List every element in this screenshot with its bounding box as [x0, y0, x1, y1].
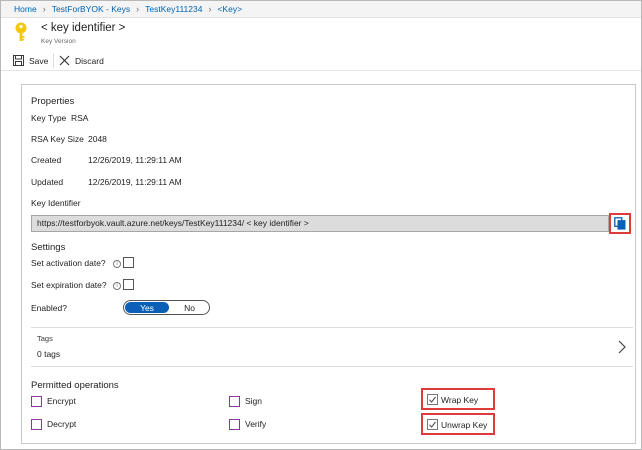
discard-button[interactable]: Discard	[59, 50, 104, 71]
wrap-key-checkbox[interactable]	[427, 394, 438, 405]
updated-value: 12/26/2019, 11:29:11 AM	[88, 177, 182, 187]
key-size-value: 2048	[88, 134, 107, 144]
created-value: 12/26/2019, 11:29:11 AM	[88, 155, 182, 165]
chevron-right-icon	[618, 340, 626, 354]
settings-heading: Settings	[31, 242, 66, 253]
key-icon	[15, 22, 27, 41]
activation-date-checkbox[interactable]	[123, 257, 134, 268]
copy-to-clipboard-button[interactable]	[609, 213, 631, 234]
tags-row[interactable]: Tags 0 tags	[31, 327, 633, 367]
wrap-key-label: Wrap Key	[441, 395, 479, 405]
enabled-no-option[interactable]: No	[170, 301, 209, 314]
save-button[interactable]: Save	[13, 50, 48, 71]
created-label: Created	[31, 155, 62, 165]
close-icon	[59, 55, 70, 66]
chevron-right-icon: ›	[136, 4, 140, 14]
page-subtitle: Key Version	[41, 38, 76, 45]
page-title: < key identifier >	[41, 22, 126, 34]
unwrap-key-label: Unwrap Key	[441, 420, 488, 430]
tags-count: 0 tags	[37, 349, 61, 359]
enabled-toggle[interactable]: Yes No	[123, 300, 210, 315]
tags-title: Tags	[37, 334, 53, 343]
key-size-label: RSA Key Size	[31, 134, 84, 144]
copy-icon	[614, 217, 626, 230]
key-identifier-label: Key Identifier	[31, 198, 81, 208]
toolbar: Save Discard	[1, 50, 641, 71]
breadcrumb-key-name[interactable]: TestKey111234	[145, 4, 202, 14]
key-identifier-field[interactable]: https://testforbyok.vault.azure.net/keys…	[31, 215, 609, 232]
encrypt-label: Encrypt	[47, 396, 76, 406]
breadcrumb-key[interactable]: <Key>	[217, 4, 242, 14]
save-label: Save	[29, 55, 49, 66]
verify-checkbox[interactable]	[229, 419, 240, 430]
toolbar-divider	[53, 53, 54, 68]
discard-label: Discard	[75, 55, 104, 66]
save-icon	[13, 55, 24, 66]
encrypt-checkbox[interactable]	[31, 396, 42, 407]
checkmark-icon	[429, 421, 436, 428]
expiration-date-label: Set expiration date?	[31, 280, 107, 290]
activation-date-label: Set activation date?	[31, 258, 106, 268]
properties-heading: Properties	[31, 96, 75, 107]
sign-label: Sign	[245, 396, 263, 406]
breadcrumb-home[interactable]: Home	[14, 4, 37, 14]
unwrap-key-checkbox[interactable]	[427, 419, 438, 430]
decrypt-label: Decrypt	[47, 419, 77, 429]
checkmark-icon	[429, 396, 436, 403]
key-type-label: Key Type	[31, 113, 67, 123]
expiration-date-checkbox[interactable]	[123, 279, 134, 290]
verify-label: Verify	[245, 419, 267, 429]
breadcrumb-keys[interactable]: TestForBYOK - Keys	[52, 4, 130, 14]
info-icon: i	[113, 282, 121, 290]
chevron-right-icon: ›	[42, 4, 46, 14]
decrypt-checkbox[interactable]	[31, 419, 42, 430]
enabled-label: Enabled?	[31, 303, 67, 313]
enabled-yes-option[interactable]: Yes	[125, 302, 169, 313]
sign-checkbox[interactable]	[229, 396, 240, 407]
updated-label: Updated	[31, 177, 64, 187]
chevron-right-icon: ›	[208, 4, 212, 14]
key-type-value: RSA	[71, 113, 89, 123]
info-icon: i	[113, 260, 121, 268]
permitted-operations-heading: Permitted operations	[31, 380, 119, 391]
breadcrumb: Home › TestForBYOK - Keys › TestKey11123…	[1, 1, 641, 18]
